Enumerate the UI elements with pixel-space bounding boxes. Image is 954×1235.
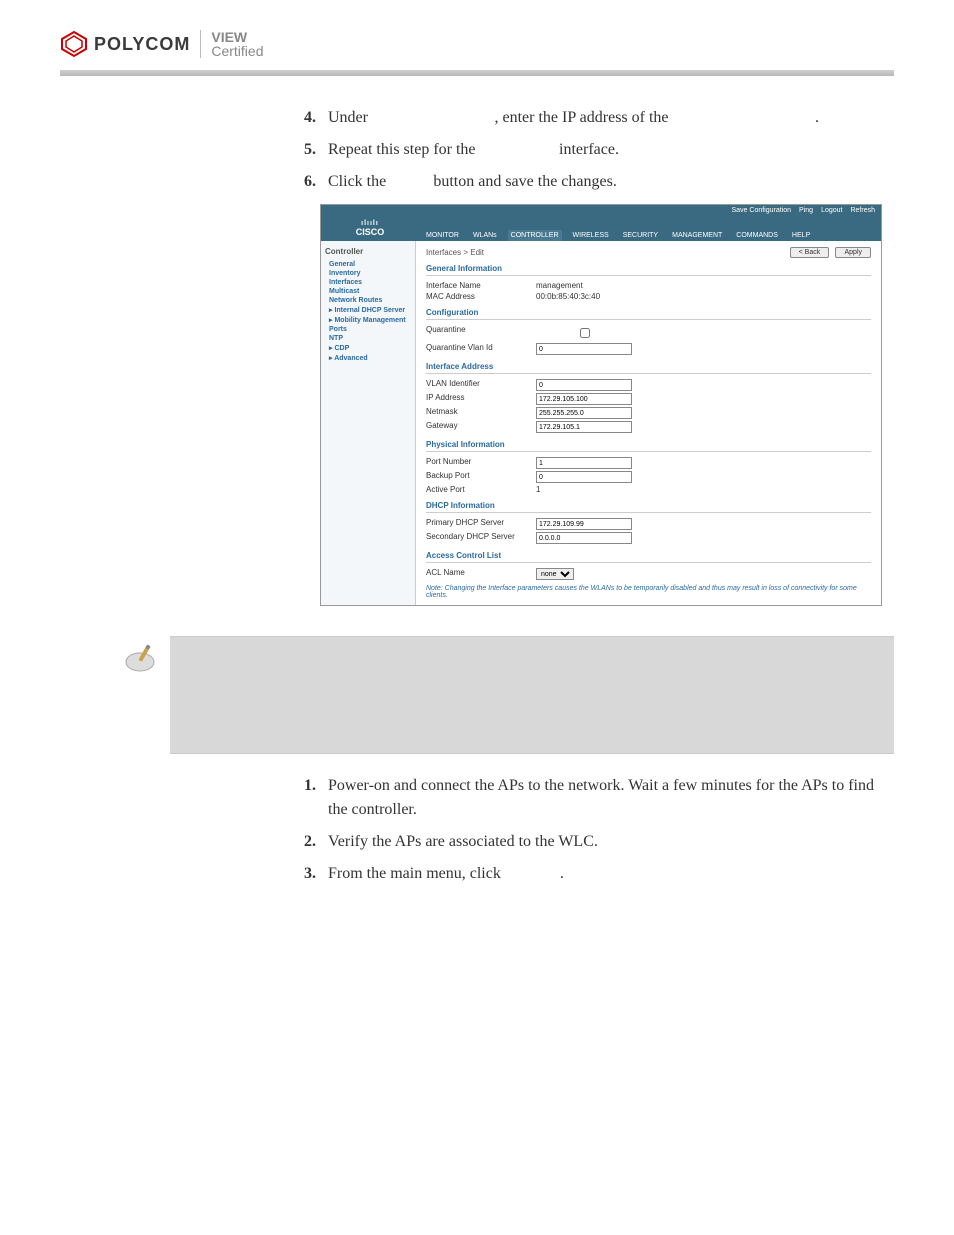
- section-configuration: Configuration: [426, 308, 871, 320]
- menu-monitor[interactable]: MONITOR: [423, 230, 462, 241]
- sidebar-item-mobility-management[interactable]: ▸ Mobility Management: [325, 315, 411, 325]
- note-icon: [110, 636, 170, 754]
- sidebar-item-general[interactable]: General: [325, 260, 411, 269]
- menu-wireless[interactable]: WIRELESS: [570, 230, 612, 241]
- section-access-control-list: Access Control List: [426, 551, 871, 563]
- input-primary-dhcp-server[interactable]: [536, 518, 632, 530]
- breadcrumb: Interfaces > Edit: [426, 248, 484, 257]
- link-ping[interactable]: Ping: [799, 207, 813, 214]
- step-6: 6. Click the Apply button and save the c…: [290, 170, 894, 194]
- section-interface-address: Interface Address: [426, 362, 871, 374]
- field-active-port: Active Port1: [426, 484, 871, 495]
- sidebar-item-advanced[interactable]: ▸ Advanced: [325, 353, 411, 363]
- sidebar-item-ntp[interactable]: NTP: [325, 334, 411, 343]
- link-refresh[interactable]: Refresh: [850, 207, 875, 214]
- field-mac-address: MAC Address00:0b:85:40:3c:40: [426, 291, 871, 302]
- wlc-edit-pane: Interfaces > Edit < Back Apply General I…: [416, 241, 881, 605]
- field-port-number: Port Number: [426, 456, 871, 470]
- sidebar-item-internal-dhcp-server[interactable]: ▸ Internal DHCP Server: [325, 305, 411, 315]
- wlc-sidebar: Controller GeneralInventoryInterfacesMul…: [321, 241, 416, 605]
- step-4: 4. Under DHCP Information, enter the IP …: [290, 106, 894, 130]
- field-interface-name: Interface Namemanagement: [426, 280, 871, 291]
- field-gateway: Gateway: [426, 420, 871, 434]
- field-acl-name: ACL Namenone: [426, 567, 871, 581]
- section-dhcp-information: DHCP Information: [426, 501, 871, 513]
- sidebar-title: Controller: [325, 247, 411, 256]
- sidebar-item-ports[interactable]: Ports: [325, 325, 411, 334]
- select-acl-name[interactable]: none: [536, 568, 574, 580]
- menu-wlans[interactable]: WLANs: [470, 230, 500, 241]
- section-general-information: General Information: [426, 264, 871, 276]
- input-secondary-dhcp-server[interactable]: [536, 532, 632, 544]
- sidebar-item-inventory[interactable]: Inventory: [325, 269, 411, 278]
- sidebar-item-cdp[interactable]: ▸ CDP: [325, 343, 411, 353]
- header-divider: [60, 70, 894, 76]
- link-logout[interactable]: Logout: [821, 207, 842, 214]
- input-vlan-identifier[interactable]: [536, 379, 632, 391]
- input-ip-address[interactable]: [536, 393, 632, 405]
- input-quarantine[interactable]: [540, 328, 630, 338]
- polycom-logo-icon: [60, 30, 88, 58]
- field-vlan-identifier: VLAN Identifier: [426, 378, 871, 392]
- field-quarantine-vlan-id: Quarantine Vlan Id: [426, 342, 871, 356]
- field-secondary-dhcp-server: Secondary DHCP Server: [426, 531, 871, 545]
- note-body: [170, 636, 894, 754]
- page-header: POLYCOM VIEW Certified: [60, 20, 894, 68]
- field-primary-dhcp-server: Primary DHCP Server: [426, 517, 871, 531]
- note-block: [110, 636, 894, 754]
- link-save-config[interactable]: Save Configuration: [732, 207, 792, 214]
- back-button[interactable]: < Back: [790, 247, 830, 258]
- step-b-3: 3.From the main menu, click Wireless.: [290, 862, 894, 886]
- menu-management[interactable]: MANAGEMENT: [669, 230, 725, 241]
- menu-controller[interactable]: CONTROLLER: [508, 230, 562, 241]
- sidebar-item-multicast[interactable]: Multicast: [325, 287, 411, 296]
- brand-name: POLYCOM: [94, 34, 190, 55]
- field-ip-address: IP Address: [426, 392, 871, 406]
- step-b-2: 2.Verify the APs are associated to the W…: [290, 830, 894, 854]
- menu-help[interactable]: HELP: [789, 230, 813, 241]
- field-backup-port: Backup Port: [426, 470, 871, 484]
- step-5: 5. Repeat this step for the ap-manager i…: [290, 138, 894, 162]
- menu-security[interactable]: SECURITY: [620, 230, 661, 241]
- sidebar-item-network-routes[interactable]: Network Routes: [325, 296, 411, 305]
- cisco-logo: ılıılı CISCO: [321, 216, 419, 241]
- wlc-screenshot: Save Configuration Ping Logout Refresh ı…: [320, 204, 882, 606]
- menu-commands[interactable]: COMMANDS: [733, 230, 781, 241]
- field-netmask: Netmask: [426, 406, 871, 420]
- wlc-main-menu: MONITOR WLANs CONTROLLER WIRELESS SECURITY MA…: [419, 216, 817, 241]
- section-physical-information: Physical Information: [426, 440, 871, 452]
- step-b-1: 1.Power-on and connect the APs to the ne…: [290, 774, 894, 822]
- input-quarantine-vlan-id[interactable]: [536, 343, 632, 355]
- input-gateway[interactable]: [536, 421, 632, 433]
- sidebar-item-interfaces[interactable]: Interfaces: [325, 278, 411, 287]
- wlc-top-links: Save Configuration Ping Logout Refresh: [321, 205, 881, 216]
- field-quarantine: Quarantine: [426, 324, 871, 342]
- polycom-logo: POLYCOM: [60, 30, 190, 58]
- input-port-number[interactable]: [536, 457, 632, 469]
- input-netmask[interactable]: [536, 407, 632, 419]
- input-backup-port[interactable]: [536, 471, 632, 483]
- apply-button[interactable]: Apply: [835, 247, 871, 258]
- view-certified-mark: VIEW Certified: [200, 30, 263, 58]
- wlc-note: Note: Changing the Interface parameters …: [426, 585, 871, 599]
